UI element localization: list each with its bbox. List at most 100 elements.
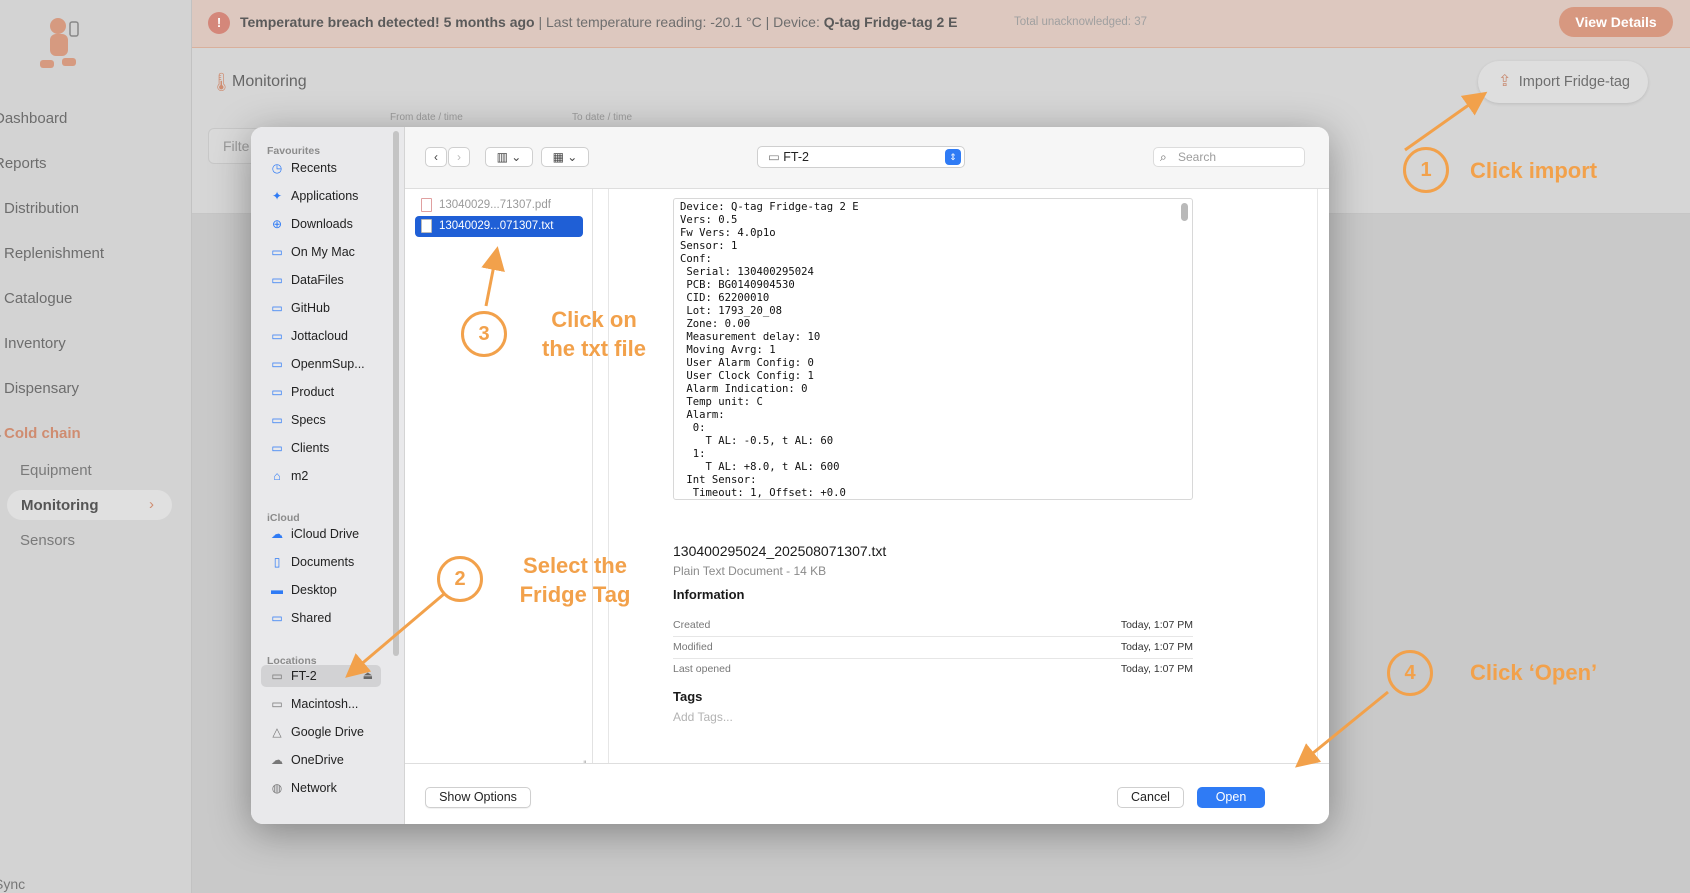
cloud-icon: ☁ [271,527,283,541]
folder-icon: ▭ [271,245,283,259]
sidebar-item-label: m2 [291,469,309,483]
back-button[interactable]: ‹ [425,147,447,167]
folder-icon: ▭ [271,441,283,455]
sidebar-item-downloads[interactable]: ⊕ Downloads [267,213,393,235]
sidebar-item-label: DataFiles [291,273,344,287]
sidebar-item-google-drive[interactable]: △ Google Drive [267,721,393,743]
sidebar-item-dashboard[interactable]: Dashboard [0,110,67,127]
step-4-badge: 4 [1387,650,1433,696]
google-drive-icon: △ [272,725,282,739]
thermometer-icon: 🌡 [210,72,233,92]
sidebar-item-label: Network [291,781,337,795]
sidebar-item-label: Desktop [291,583,337,597]
sidebar-item-distribution[interactable]: ›Distribution [0,200,79,217]
sidebar-item-datafiles[interactable]: ▭ DataFiles [267,269,393,291]
view-details-button[interactable]: View Details [1559,7,1673,37]
import-fridge-tag-button[interactable]: ⇪ Import Fridge-tag [1478,61,1648,103]
sidebar-item-label: Product [291,385,335,399]
sidebar-item-jottacloud[interactable]: ▭ Jottacloud [267,325,393,347]
sidebar-item-shared[interactable]: ▭ Shared [267,607,393,629]
info-value: Today, 1:07 PM [1120,619,1193,631]
sidebar-item-label: Dispensary [4,380,80,397]
sidebar-item-label: Downloads [291,217,353,231]
view-mode-button[interactable]: ▥ ⌄ [485,147,533,167]
sidebar-item-clients[interactable]: ▭ Clients [267,437,393,459]
sidebar-item-m2[interactable]: ⌂ m2 [267,465,393,487]
sidebar-item-applications[interactable]: ✦ Applications [267,185,393,207]
alert-text: Temperature breach detected! 5 months ag… [240,14,958,30]
info-label: Last opened [673,663,731,675]
sidebar-item-label: Dashboard [0,110,68,127]
sidebar-item-recents[interactable]: ◷ Recents [267,157,393,179]
sidebar-item-specs[interactable]: ▭ Specs [267,409,393,431]
sidebar-item-label: Distribution [4,200,80,217]
sidebar-item-label: Monitoring [21,497,99,514]
step-2-text: Select the Fridge Tag [506,551,644,609]
columns-view-icon: ▥ ⌄ [496,150,522,164]
sidebar-item-label: Google Drive [291,725,364,739]
sidebar-scrollbar[interactable] [393,131,399,656]
search-icon: ⌕ [1160,150,1167,164]
sidebar-item-label: Equipment [20,462,92,479]
text-preview[interactable]: Device: Q-tag Fridge-tag 2 E Vers: 0.5 F… [673,198,1193,500]
upload-icon: ⇪ [1498,73,1512,90]
step-3-badge: 3 [461,311,507,357]
sidebar-item-dispensary[interactable]: ›Dispensary [0,380,79,397]
sidebar-item-sensors[interactable]: Sensors [20,532,75,549]
info-value: Today, 1:07 PM [1120,663,1193,675]
step-1-text: Click import [1470,158,1598,183]
drive-icon: ▭ [768,150,784,164]
file-item-txt[interactable]: 13040029...071307.txt [415,216,583,237]
sidebar-item-inventory[interactable]: ›Inventory [0,335,66,352]
page-title: Monitoring [232,73,307,90]
path-selector[interactable]: ▭ FT-2 ⇕ [757,146,965,168]
separator: | [538,14,543,30]
sidebar-item-onedrive[interactable]: ☁ OneDrive [267,749,393,771]
sidebar-item-label: Inventory [4,335,66,352]
sidebar-item-desktop[interactable]: ▬ Desktop [267,579,393,601]
sidebar-item-network[interactable]: ◍ Network [267,777,393,799]
favourites-header: Favourites [267,145,321,157]
sidebar-item-documents[interactable]: ▯ Documents [267,551,393,573]
sidebar-item-reports[interactable]: Reports [0,155,47,172]
sidebar-item-replenishment[interactable]: ›Replenishment [0,245,104,262]
network-icon: ◍ [271,781,283,795]
sidebar-item-label: Jottacloud [291,329,348,343]
sidebar-item-product[interactable]: ▭ Product [267,381,393,403]
sidebar-item-catalogue[interactable]: ›Catalogue [0,290,72,307]
folder-icon: ▭ [271,273,283,287]
sidebar-item-macintosh[interactable]: ▭ Macintosh... [267,693,393,715]
preview-scrollbar[interactable] [1181,203,1188,221]
sidebar-item-label: OpenmSup... [291,357,365,371]
sidebar-item-equipment[interactable]: Equipment [20,462,92,479]
tags-input[interactable]: Add Tags... [673,710,733,724]
info-label: Modified [673,641,713,653]
sidebar-item-icloud-drive[interactable]: ☁ iCloud Drive [267,523,393,545]
info-value: Today, 1:07 PM [1120,641,1193,653]
folder-icon: ▭ [271,329,283,343]
sidebar-item-monitoring[interactable]: Monitoring › [7,490,172,520]
forward-button[interactable]: › [448,147,470,167]
eject-icon[interactable]: ⏏ [363,665,373,687]
sidebar-item-cold-chain[interactable]: ⌄Cold chain [0,425,81,442]
sync-label[interactable]: Sync [0,876,25,892]
folder-icon: ▭ [271,413,283,427]
sidebar-item-openmsupply[interactable]: ▭ OpenmSup... [267,353,393,375]
grid-view-button[interactable]: ▦ ⌄ [541,147,589,167]
search-input[interactable]: ⌕ Search [1153,147,1305,167]
open-button[interactable]: Open [1197,787,1265,808]
clock-icon: ◷ [271,161,283,175]
dialog-footer: Show Options Cancel Open [405,763,1329,824]
sidebar-item-on-my-mac[interactable]: ▭ On My Mac [267,241,393,263]
info-row-last-opened: Last opened Today, 1:07 PM [673,658,1193,681]
last-reading: Last temperature reading: -20.1 °C [546,14,762,30]
sidebar-item-ft-2[interactable]: ▭ FT-2 ⏏ [261,665,381,687]
step-3-text: Click on the txt file [529,305,659,363]
sidebar-item-label: OneDrive [291,753,344,767]
file-list: 13040029...71307.pdf 13040029...071307.t… [405,189,593,769]
file-item-pdf[interactable]: 13040029...71307.pdf [415,195,583,216]
sidebar-item-github[interactable]: ▭ GitHub [267,297,393,319]
cancel-button[interactable]: Cancel [1117,787,1184,808]
step-2-line-1: Select the [523,553,627,578]
show-options-button[interactable]: Show Options [425,787,531,808]
